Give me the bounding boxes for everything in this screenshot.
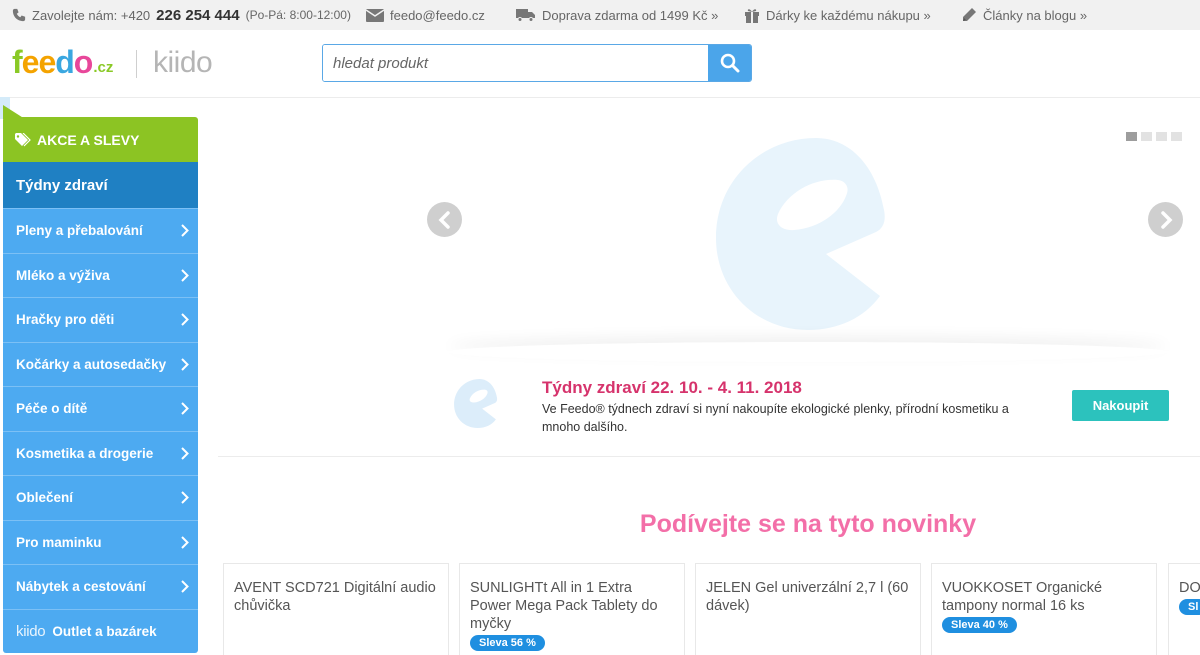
promo-title: Týdny zdraví 22. 10. - 4. 11. 2018 (542, 378, 802, 397)
search-icon (720, 53, 739, 73)
chevron-right-icon (181, 313, 189, 326)
gift-icon (745, 9, 759, 23)
phone-number[interactable]: 226 254 444 (156, 7, 239, 24)
product-name[interactable]: JELEN Gel univerzální 2,7 l (60 dávek) (706, 579, 910, 615)
shipping-link[interactable]: Doprava zdarma od 1499 Kč » (542, 8, 718, 23)
section-divider (218, 456, 1200, 457)
sidebar-item-label: Péče o dítě (16, 401, 88, 417)
sidebar-item-label: Outlet a bazárek (52, 623, 157, 639)
sidebar-item-pleny[interactable]: Pleny a přebalování (3, 208, 198, 253)
sidebar-item-mleko[interactable]: Mléko a výživa (3, 252, 198, 297)
phone-contact[interactable]: Zavolejte nám: +420 226 254 444 (Po-Pá: … (12, 0, 351, 30)
arrow-left-icon (438, 210, 450, 229)
sidebar-item-label: Pro maminku (16, 534, 102, 550)
sidebar-item-pece[interactable]: Péče o dítě (3, 386, 198, 431)
slide-indicator (1126, 132, 1182, 141)
email-link[interactable]: feedo@feedo.cz (390, 8, 485, 23)
chevron-right-icon (181, 536, 189, 549)
logo-suffix: .cz (93, 59, 114, 76)
logo-letters-ee: ee (21, 44, 57, 80)
sidebar-item-obleceni[interactable]: Oblečení (3, 475, 198, 520)
category-sidebar: AKCE A SLEVY Týdny zdraví Pleny a přebal… (3, 117, 198, 653)
feedo-small-mascot-icon (454, 379, 498, 428)
tag-icon (15, 132, 31, 146)
slide-dot[interactable] (1126, 132, 1137, 141)
product-card[interactable]: AVENT SCD721 Digitální audio chůvička (223, 563, 449, 655)
news-section-title: Podívejte se na tyto novinky (639, 510, 977, 538)
shipping-info[interactable]: Doprava zdarma od 1499 Kč » (516, 0, 718, 30)
truck-icon (516, 9, 535, 22)
logo-divider (136, 50, 137, 78)
shop-now-button[interactable]: Nakoupit (1072, 390, 1169, 421)
sidebar-item-kocarky[interactable]: Kočárky a autosedačky (3, 341, 198, 386)
blog-link[interactable]: Články na blogu » (983, 8, 1087, 23)
discount-badge: Sl (1179, 599, 1200, 615)
product-card[interactable]: VUOKKOSET Organické tampony normal 16 ks… (931, 563, 1157, 655)
sidebar-item-label: Týdny zdraví (16, 176, 108, 194)
chevron-right-icon (181, 491, 189, 504)
sidebar-item-tydny-zdravi[interactable]: Týdny zdraví (3, 162, 198, 208)
sidebar-item-label: Nábytek a cestování (16, 579, 146, 595)
phone-hours: (Po-Pá: 8:00-12:00) (245, 8, 351, 22)
product-name[interactable]: AVENT SCD721 Digitální audio chůvička (234, 579, 438, 615)
kiido-mini-logo: kiido (16, 622, 46, 640)
sidebar-item-label: Hračky pro děti (16, 312, 115, 328)
sidebar-item-pro-maminku[interactable]: Pro maminku (3, 519, 198, 564)
product-card[interactable]: JELEN Gel univerzální 2,7 l (60 dávek) (695, 563, 921, 655)
sidebar-item-nabytek[interactable]: Nábytek a cestování (3, 564, 198, 609)
feedo-logo[interactable]: f ee d o .cz (12, 46, 113, 78)
sidebar-item-label: Mléko a výživa (16, 267, 110, 283)
sidebar-item-kosmetika[interactable]: Kosmetika a drogerie (3, 430, 198, 475)
top-info-bar: Zavolejte nám: +420 226 254 444 (Po-Pá: … (0, 0, 1200, 30)
blog-info[interactable]: Články na blogu » (961, 0, 1087, 30)
banner-shadow (448, 342, 1168, 362)
sidebar-item-akce[interactable]: AKCE A SLEVY (3, 117, 198, 162)
logo-letter-f: f (12, 44, 23, 80)
product-name[interactable]: DO (1179, 579, 1200, 597)
gifts-info[interactable]: Dárky ke každému nákupu » (744, 0, 931, 30)
discount-badge: Sleva 56 % (470, 635, 545, 651)
chevron-right-icon (181, 580, 189, 593)
sidebar-item-outlet[interactable]: kiido Outlet a bazárek (3, 608, 198, 653)
sidebar-item-label: AKCE A SLEVY (37, 131, 140, 148)
chevron-right-icon (181, 402, 189, 415)
carousel-next-button[interactable] (1148, 202, 1183, 237)
search-bar (322, 44, 752, 82)
logo-letter-o: o (73, 44, 94, 80)
gifts-link[interactable]: Dárky ke každému nákupu » (766, 8, 931, 23)
sidebar-item-label: Pleny a přebalování (16, 223, 143, 239)
chevron-right-icon (181, 269, 189, 282)
discount-badge: Sleva 40 % (942, 617, 1017, 633)
slide-dot[interactable] (1171, 132, 1182, 141)
logo-letter-d: d (55, 44, 75, 80)
arrow-right-icon (1160, 210, 1172, 229)
product-card-partial[interactable]: DO Sl (1168, 563, 1200, 655)
slide-dot[interactable] (1156, 132, 1167, 141)
sidebar-item-hracky[interactable]: Hračky pro děti (3, 297, 198, 342)
product-card[interactable]: SUNLIGHTt All in 1 Extra Power Mega Pack… (459, 563, 685, 655)
promo-description: Ve Feedo® týdnech zdraví si nyní nakoupí… (542, 402, 1009, 434)
envelope-icon (366, 8, 384, 22)
email-contact[interactable]: feedo@feedo.cz (366, 0, 485, 30)
pencil-icon (963, 8, 976, 21)
sidebar-item-label: Kočárky a autosedačky (16, 356, 167, 372)
slide-dot[interactable] (1141, 132, 1152, 141)
chevron-right-icon (181, 358, 189, 371)
kiido-logo[interactable]: kiido (153, 47, 213, 79)
sidebar-item-label: Oblečení (16, 490, 74, 506)
search-input[interactable] (323, 45, 708, 81)
carousel-prev-button[interactable] (427, 202, 462, 237)
product-name[interactable]: VUOKKOSET Organické tampony normal 16 ks (942, 579, 1146, 615)
site-header: f ee d o .cz kiido (0, 30, 1200, 98)
sidebar-item-label: Kosmetika a drogerie (16, 445, 154, 461)
feedo-mascot-illustration (716, 138, 885, 330)
product-name[interactable]: SUNLIGHTt All in 1 Extra Power Mega Pack… (470, 579, 674, 633)
hero-banner: Týdny zdraví 22. 10. - 4. 11. 2018 Ve Fe… (218, 98, 1200, 456)
chevron-right-icon (181, 447, 189, 460)
phone-icon (12, 8, 26, 22)
search-button[interactable] (708, 45, 751, 81)
chevron-right-icon (181, 224, 189, 237)
call-label: Zavolejte nám: +420 (32, 7, 151, 23)
